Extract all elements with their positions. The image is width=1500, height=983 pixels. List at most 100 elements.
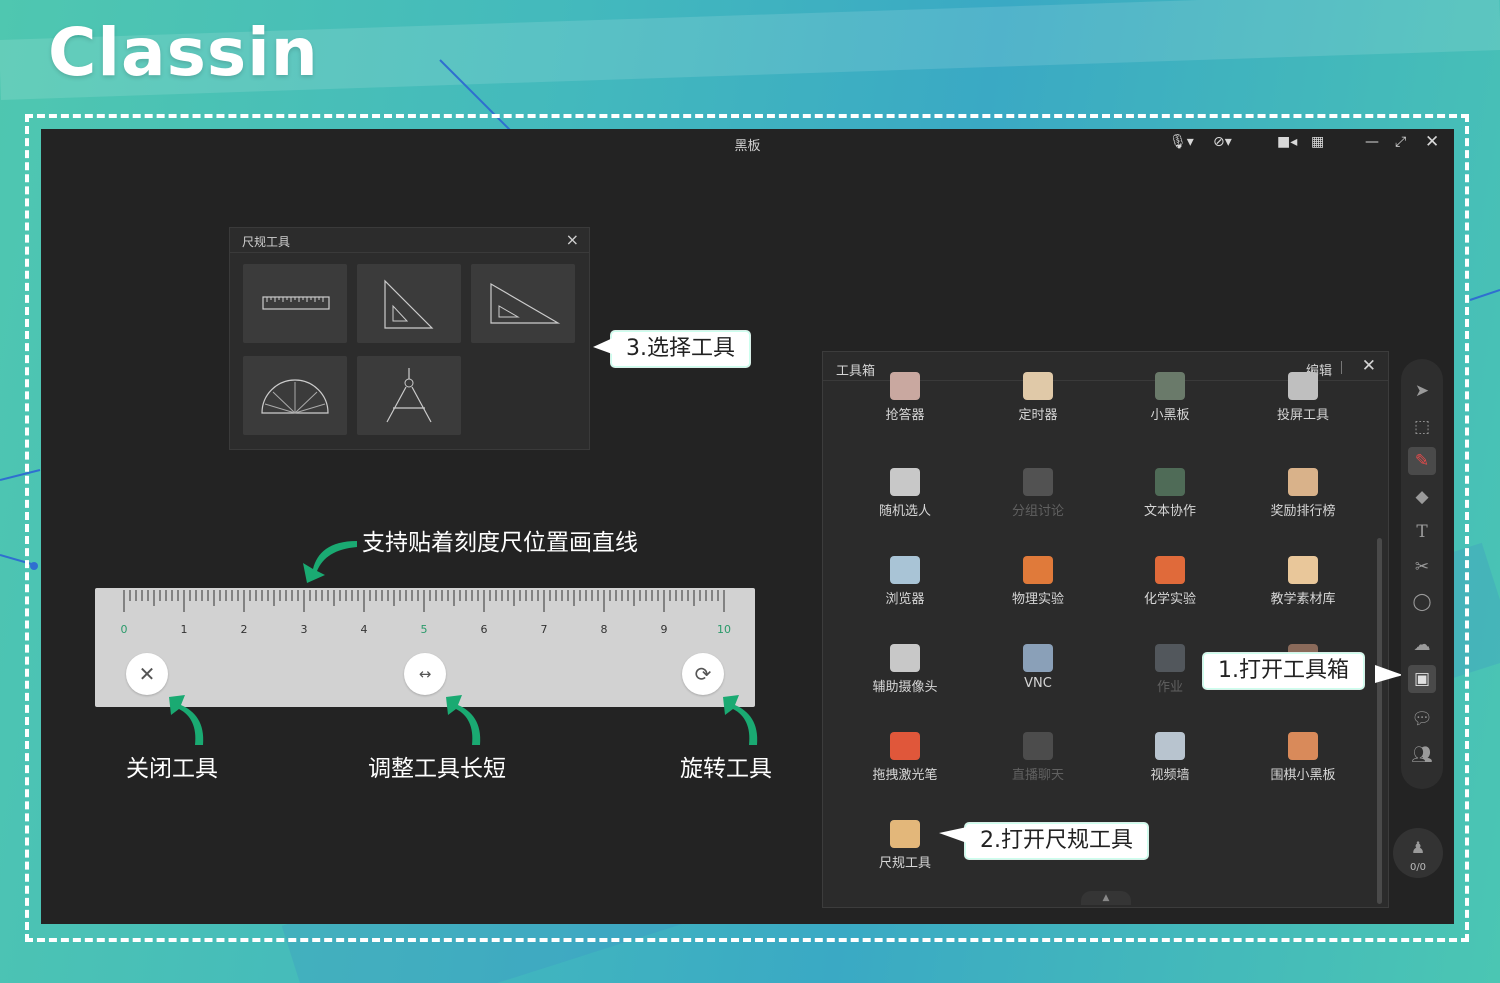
tool-label: 文本协作 [1143,504,1196,519]
laser-pointer-icon [890,732,920,760]
minimize-icon[interactable]: — [1365,133,1379,151]
ruler-tick-label: 1 [180,623,188,636]
tool-label: 小黑板 [1150,408,1190,423]
buzzer-icon [890,372,920,400]
cursor-icon[interactable]: ➤ [1401,381,1443,401]
seat-counter[interactable]: ♟ 0/0 [1393,828,1443,878]
group-discussion-icon [1023,468,1053,496]
panel-header: 尺规工具 × [230,228,589,253]
close-toolbox-icon[interactable]: ✕ [1362,356,1376,376]
ruler-tick-label: 5 [420,623,428,636]
callout-pointer [1375,665,1403,683]
tool-random-pick[interactable]: 随机选人 [845,468,965,519]
tool-live-chat[interactable]: 直播聊天 [978,732,1098,783]
tool-material-library[interactable]: 教学素材库 [1243,556,1363,607]
rotate-ruler-button[interactable]: ⟳ [682,653,724,695]
close-window-icon[interactable]: ✕ [1425,133,1439,151]
resize-ruler-button[interactable]: ↔ [404,653,446,695]
tool-label: 浏览器 [885,592,925,607]
ruler-tick-label: 9 [660,623,668,636]
compass-tile[interactable] [357,356,461,435]
pen-icon[interactable]: ✎ [1408,447,1436,475]
tool-group-discussion[interactable]: 分组讨论 [978,468,1098,519]
toolbox-icon[interactable]: ▣ [1408,665,1436,693]
ruler-tools-panel: 尺规工具 × [229,227,590,450]
text-icon[interactable]: T [1401,522,1443,542]
set-square-45-tile[interactable] [357,264,461,343]
pointer-arrow-icon [303,541,357,583]
tool-browser[interactable]: 浏览器 [845,556,965,607]
text-collab-icon [1155,468,1185,496]
random-pick-icon [890,468,920,496]
ruler-tick-label: 0 [120,623,128,636]
set-square-45-icon [384,279,434,329]
title-bar: 黑板 🎙︎▾ ⊘▾ ■◂ ▦ — ⤢ ✕ [41,129,1454,157]
ruler-tool-tile[interactable] [243,264,347,343]
classin-logo: Classin [48,14,319,91]
ruler-scale [123,590,725,612]
tool-small-blackboard[interactable]: 小黑板 [1110,372,1230,423]
panel-title: 尺规工具 [242,235,291,249]
tool-label: 拖拽激光笔 [872,768,938,783]
tool-label: 定时器 [1018,408,1058,423]
shapes-icon[interactable]: ◯ [1401,592,1443,612]
webcam-icon [890,644,920,672]
speaker-muted-icon[interactable]: ⊘▾ [1213,133,1232,151]
classroom-window: 黑板 🎙︎▾ ⊘▾ ■◂ ▦ — ⤢ ✕ 尺规工具 × 3.选择工具 支持贴着刻… [41,129,1454,924]
resize-tool-caption: 调整工具长短 [368,756,506,782]
camera-icon[interactable]: ■◂ [1277,133,1297,151]
fullscreen-icon[interactable]: ⤢ [1395,133,1406,151]
eraser-icon[interactable]: ◆ [1401,487,1443,507]
collapse-handle[interactable]: ▲ [1081,891,1131,905]
chat-icon[interactable]: 💬︎ [1401,709,1443,729]
tool-label: 随机选人 [878,504,931,519]
selection-icon[interactable]: ⬚ [1401,417,1443,437]
tool-laser-pointer[interactable]: 拖拽激光笔 [845,732,965,783]
compass-icon [386,368,432,423]
ruler-triangle-icon [890,820,920,848]
tool-webcam[interactable]: 辅助摄像头 [845,644,965,695]
tool-label: 抢答器 [885,408,925,423]
step3-callout: 3.选择工具 [611,331,750,367]
step1-callout: 1.打开工具箱 [1203,653,1364,689]
callout-pointer [593,337,615,355]
tool-video-wall[interactable]: 视频墙 [1110,732,1230,783]
ruler-tick-label: 3 [300,623,308,636]
close-panel-icon[interactable]: × [566,230,579,249]
toolbox-scrollbar[interactable] [1377,538,1382,904]
grid-layout-icon[interactable]: ▦ [1311,133,1324,151]
tool-label: VNC [1024,676,1052,691]
ruler-icon [262,296,330,310]
tool-hourglass[interactable]: 定时器 [978,372,1098,423]
tool-magnet[interactable]: 物理实验 [978,556,1098,607]
members-icon[interactable]: 👥︎ [1401,745,1443,765]
ruler-tick-label: 4 [360,623,368,636]
tool-text-collab[interactable]: 文本协作 [1110,468,1230,519]
tool-go-board[interactable]: 围棋小黑板 [1243,732,1363,783]
tool-buzzer[interactable]: 抢答器 [845,372,965,423]
homework-icon [1155,644,1185,672]
scissors-icon[interactable]: ✂ [1401,557,1443,577]
seat-count: 0/0 [1409,862,1427,873]
protractor-icon [261,379,329,414]
draw-line-caption: 支持贴着刻度尺位置画直线 [362,530,638,556]
ruler-tick-label: 6 [480,623,488,636]
student-icon: ♟ [1410,838,1426,857]
tool-label: 物理实验 [1011,592,1064,607]
arrow-rotate-icon [723,695,758,745]
ruler-tick-label: 7 [540,623,548,636]
tool-screen-cast[interactable]: 投屏工具 [1243,372,1363,423]
browser-icon [890,556,920,584]
close-ruler-button[interactable]: ✕ [126,653,168,695]
leaderboard-icon [1288,468,1318,496]
protractor-tile[interactable] [243,356,347,435]
small-blackboard-icon [1155,372,1185,400]
set-square-30-tile[interactable] [471,264,575,343]
window-title: 黑板 [734,139,761,154]
tool-vnc[interactable]: VNC [978,644,1098,691]
mic-muted-icon[interactable]: 🎙︎▾ [1169,133,1194,151]
tool-leaderboard[interactable]: 奖励排行榜 [1243,468,1363,519]
cloud-icon[interactable]: ☁ [1401,635,1443,655]
tool-flask[interactable]: 化学实验 [1110,556,1230,607]
arrow-resize-icon [446,695,481,745]
